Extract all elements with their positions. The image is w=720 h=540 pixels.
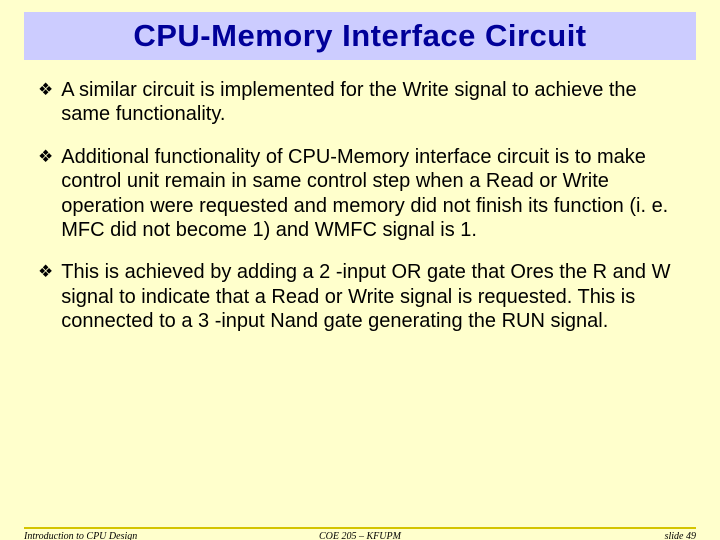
bullet-text: Additional functionality of CPU-Memory i… <box>61 145 686 243</box>
bullet-item: ❖ Additional functionality of CPU-Memory… <box>38 145 686 243</box>
bullet-item: ❖ This is achieved by adding a 2 -input … <box>38 260 686 333</box>
footer-divider <box>24 527 696 529</box>
diamond-bullet-icon: ❖ <box>38 147 53 245</box>
diamond-bullet-icon: ❖ <box>38 262 53 335</box>
bullet-text: This is achieved by adding a 2 -input OR… <box>61 260 686 333</box>
bullet-text: A similar circuit is implemented for the… <box>61 78 686 127</box>
bullet-item: ❖ A similar circuit is implemented for t… <box>38 78 686 127</box>
slide-footer: Introduction to CPU Design COE 205 – KFU… <box>0 527 720 540</box>
slide-title: CPU-Memory Interface Circuit <box>24 18 696 54</box>
diamond-bullet-icon: ❖ <box>38 80 53 129</box>
slide-content: ❖ A similar circuit is implemented for t… <box>0 78 720 334</box>
title-bar: CPU-Memory Interface Circuit <box>24 12 696 60</box>
